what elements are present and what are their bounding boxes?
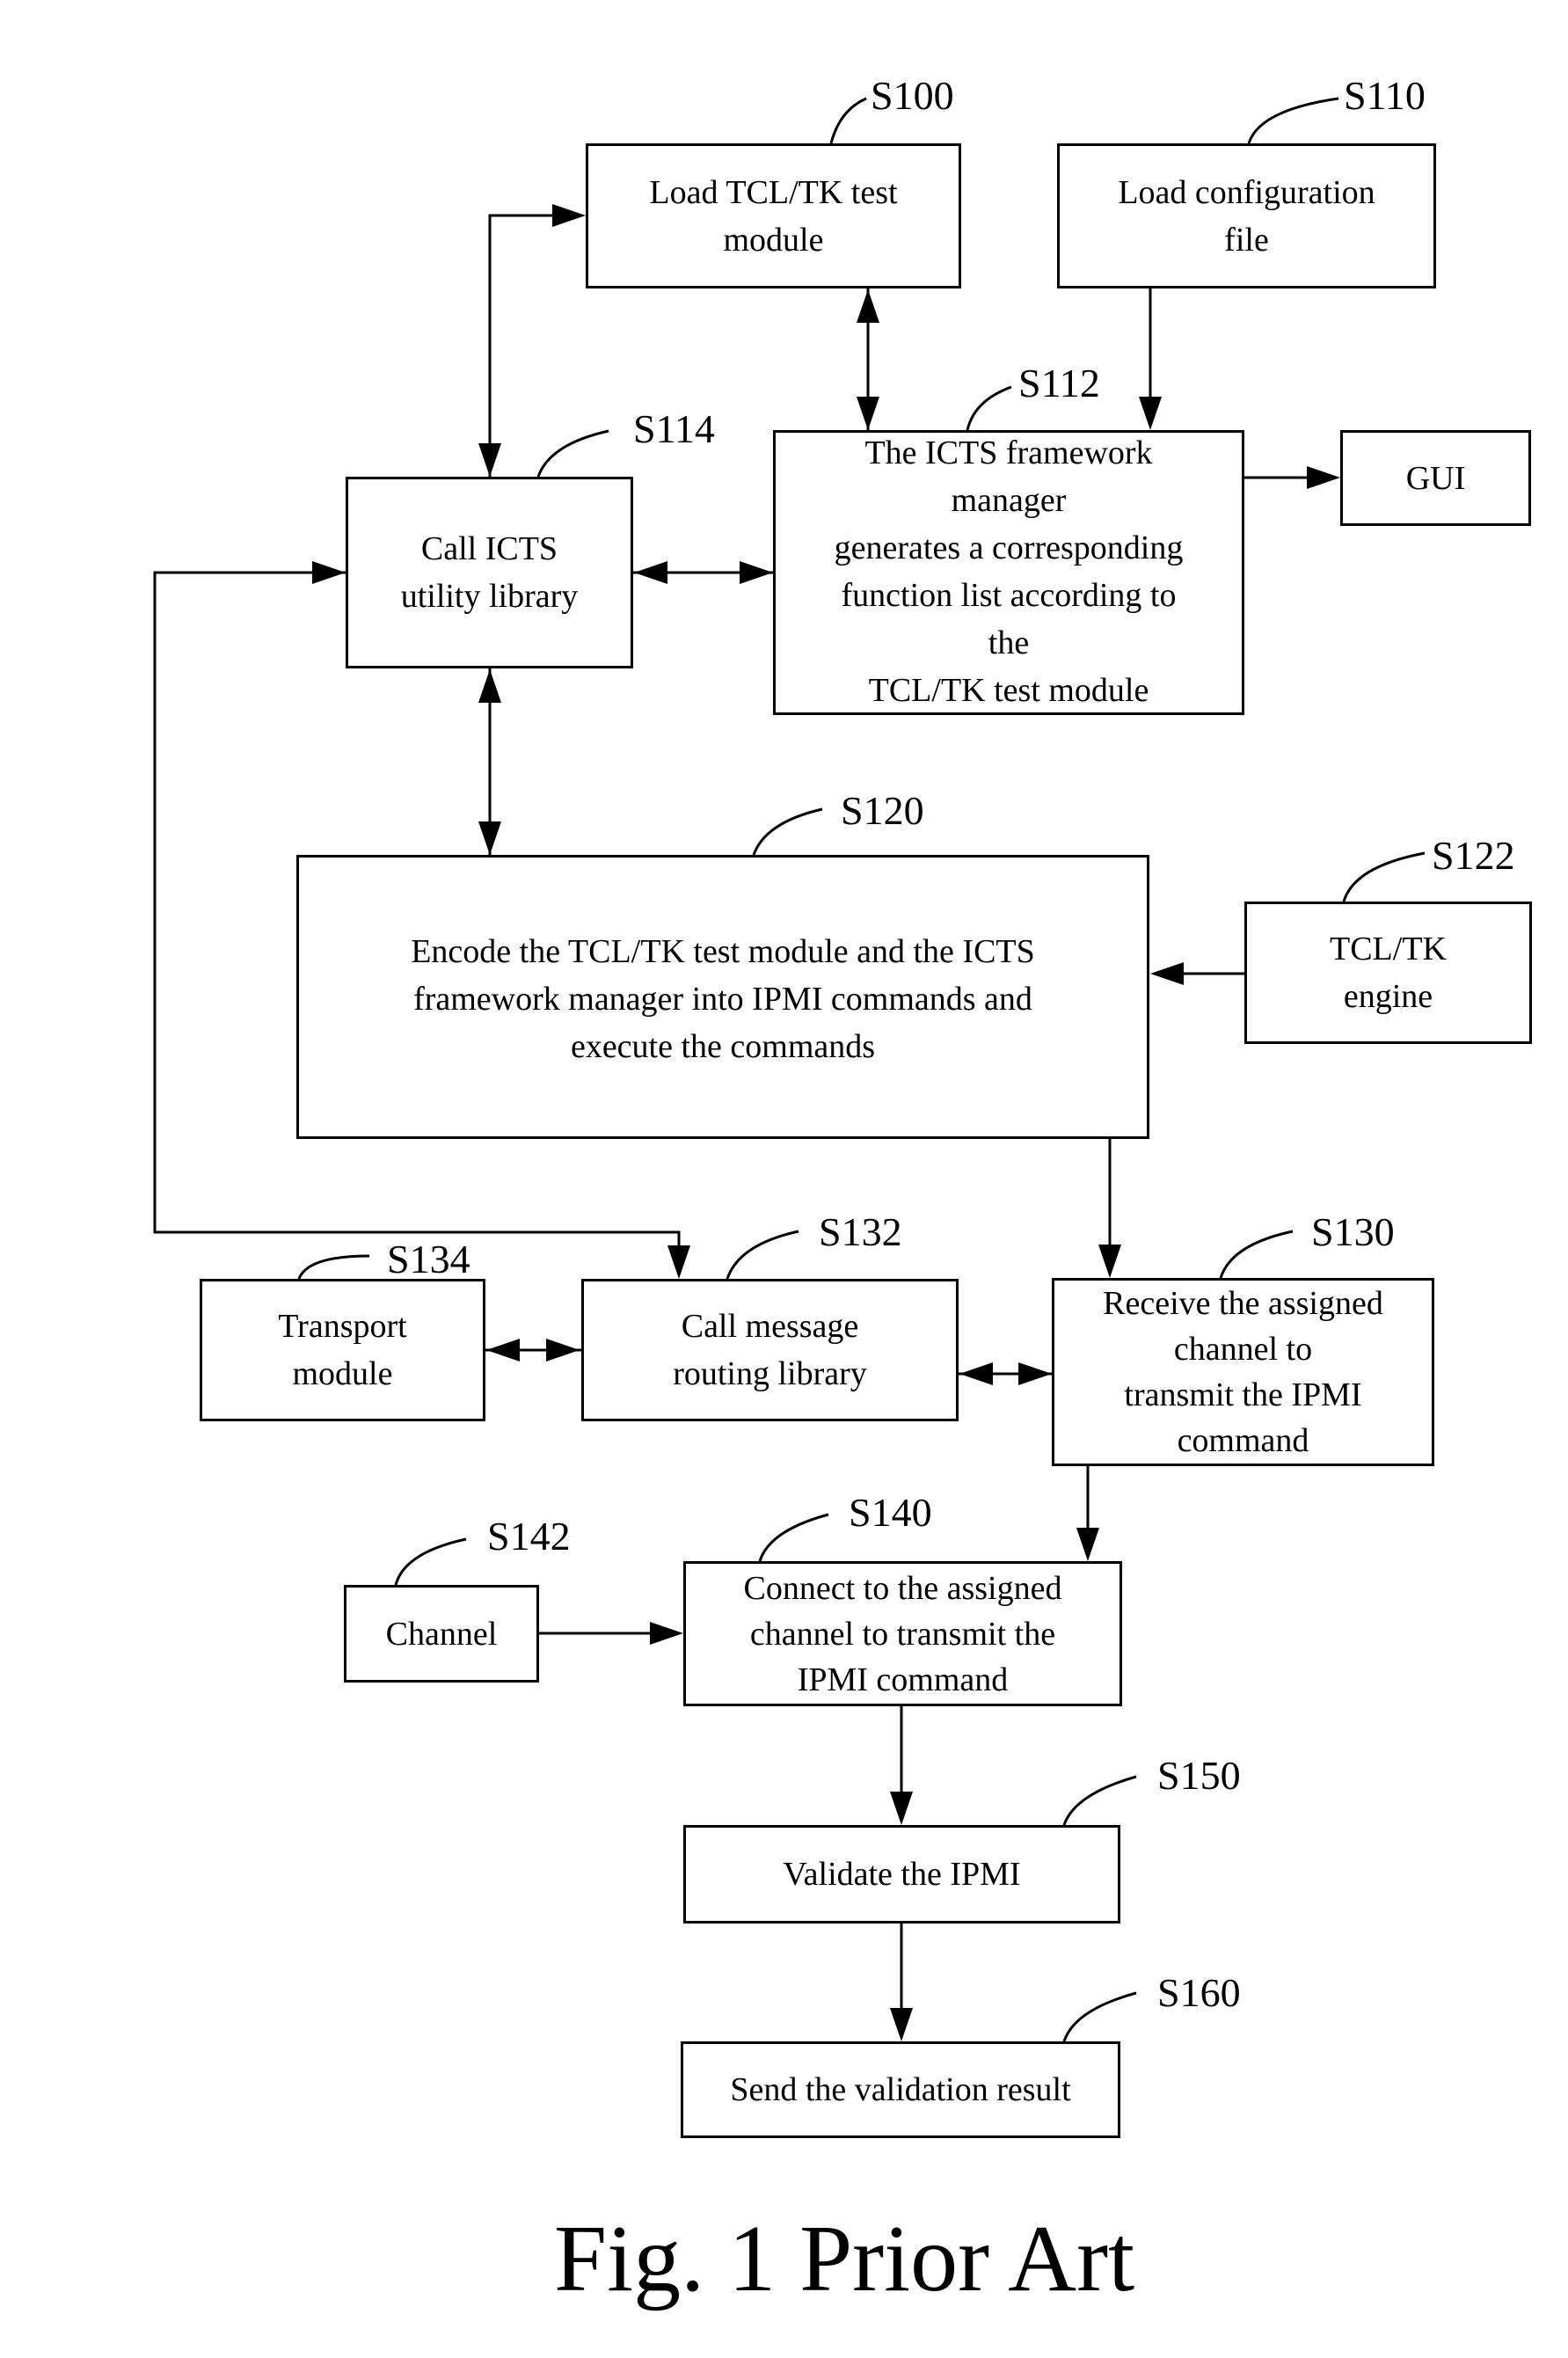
arrowhead (1307, 466, 1340, 489)
step-s120-box: Encode the TCL/TK test module and the IC… (296, 855, 1149, 1139)
arrowhead (857, 289, 879, 323)
leader-s160 (1062, 1991, 1137, 2042)
step-s114-text: Call ICTS utility library (400, 530, 579, 615)
step-s100-text: Load TCL/TK test module (649, 173, 898, 259)
step-s132-text: Call message routing library (673, 1308, 867, 1392)
leader-s112 (966, 385, 1012, 431)
step-s142-label: S142 (487, 1514, 571, 1559)
step-s110-text: Load configuration file (1118, 173, 1375, 259)
step-s122-label: S122 (1432, 833, 1515, 878)
step-s160-text: Send the validation result (730, 2071, 1071, 2108)
step-s114-label: S114 (633, 406, 715, 451)
connectors (153, 97, 1426, 2042)
step-s120-label: S120 (841, 788, 924, 833)
step-s150-box: Validate the IPMI (683, 1825, 1120, 1924)
leader-s130 (1219, 1230, 1294, 1279)
leader-s100 (829, 97, 867, 144)
step-s160-box: Send the validation result (681, 2041, 1120, 2138)
step-s150-label: S150 (1157, 1753, 1241, 1798)
gui-text: GUI (1405, 459, 1466, 497)
step-s112-label: S112 (1018, 361, 1100, 405)
leader-s114 (536, 429, 609, 478)
step-s132-box: Call message routing library (581, 1279, 959, 1421)
step-s112-text: The ICTS framework manager generates a c… (834, 434, 1184, 709)
leader-s150 (1062, 1775, 1137, 1826)
step-s100-box: Load TCL/TK test module (586, 143, 961, 288)
step-s140-label: S140 (849, 1490, 932, 1535)
leader-s122 (1342, 851, 1426, 902)
arrowhead (478, 821, 501, 855)
step-s142-box: Channel (344, 1585, 539, 1683)
flowchart: Load TCL/TK test module Load configurati… (0, 0, 1568, 2358)
leader-s132 (726, 1230, 799, 1280)
step-s122-box: TCL/TK engine (1244, 902, 1532, 1044)
leader-s134 (297, 1254, 370, 1280)
leader-s110 (1247, 97, 1339, 144)
arrowhead (486, 1339, 520, 1362)
arrowhead (552, 204, 586, 227)
arrowhead (1018, 1362, 1052, 1385)
leader-s120 (752, 807, 823, 856)
arrowhead (1139, 397, 1162, 430)
figure-caption: Fig. 1 Prior Art (554, 2207, 1135, 2311)
arrowhead (740, 561, 773, 584)
arrowhead (1150, 962, 1184, 985)
arrowhead (478, 443, 501, 477)
step-s120-text: Encode the TCL/TK test module and the IC… (411, 933, 1035, 1065)
step-s140-box: Connect to the assigned channel to trans… (683, 1561, 1122, 1706)
step-s112-box: The ICTS framework manager generates a c… (773, 430, 1244, 715)
leader-s142 (394, 1537, 467, 1586)
arrowhead (857, 397, 879, 430)
arrowhead (312, 561, 346, 584)
step-s114-box: Call ICTS utility library (346, 477, 633, 668)
arrowhead (650, 1622, 683, 1645)
arrowhead (478, 669, 501, 703)
step-s130-label: S130 (1311, 1209, 1395, 1254)
step-s160-label: S160 (1157, 1970, 1241, 2015)
step-s140-text: Connect to the assigned channel to trans… (743, 1569, 1062, 1698)
step-s142-text: Channel (385, 1615, 498, 1653)
step-s100-label: S100 (871, 73, 954, 118)
arrowhead (890, 1792, 913, 1825)
arrowhead (546, 1339, 580, 1362)
step-s134-text: Transport module (278, 1308, 407, 1392)
arrowhead (959, 1362, 993, 1385)
step-s110-box: Load configuration file (1057, 143, 1436, 288)
step-s134-label: S134 (387, 1237, 470, 1281)
arrowhead (1076, 1528, 1099, 1561)
step-s134-box: Transport module (200, 1279, 485, 1421)
step-s150-text: Validate the IPMI (783, 1856, 1021, 1893)
arrow-s114-s100 (488, 214, 563, 477)
arrowhead (634, 561, 667, 584)
arrowhead (1098, 1245, 1121, 1278)
step-s130-box: Receive the assigned channel to transmit… (1052, 1278, 1434, 1466)
gui-box: GUI (1340, 430, 1531, 526)
step-s130-text: Receive the assigned channel to transmit… (1103, 1285, 1383, 1459)
step-s110-label: S110 (1344, 73, 1426, 118)
arrowhead (890, 2008, 913, 2041)
step-s132-label: S132 (819, 1209, 902, 1254)
arrowhead (667, 1245, 690, 1279)
step-s122-text: TCL/TK engine (1330, 931, 1447, 1015)
leader-s140 (758, 1513, 829, 1562)
